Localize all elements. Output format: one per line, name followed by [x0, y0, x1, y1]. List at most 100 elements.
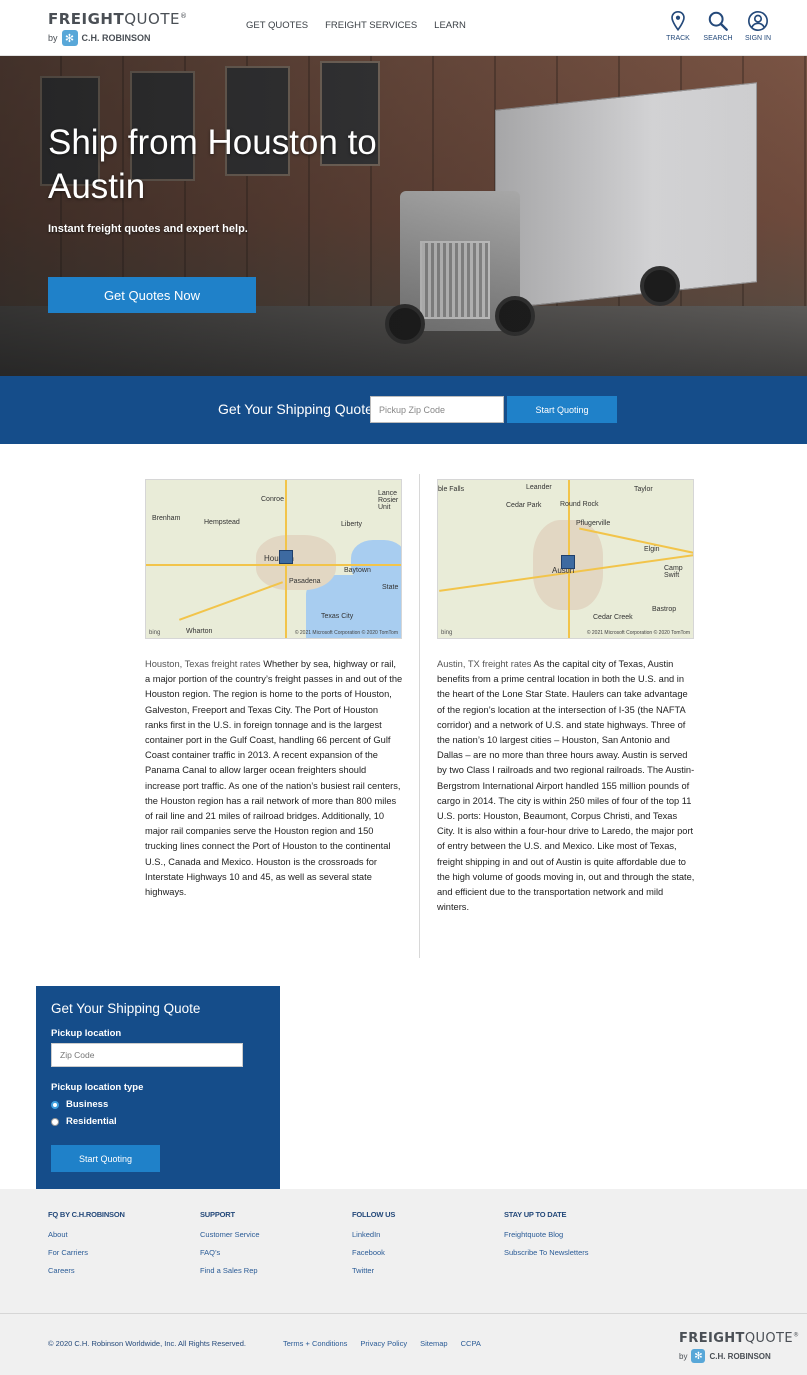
sign-in-link[interactable]: SIGN IN [745, 10, 771, 42]
location-pin-icon [671, 11, 685, 32]
pickup-location-type-label: Pickup location type [51, 1082, 144, 1093]
business-radio[interactable]: Business [51, 1099, 108, 1110]
footer-link-twitter[interactable]: Twitter [352, 1266, 395, 1275]
hero-title: Ship from Houston to Austin [48, 123, 377, 206]
header-utility-icons: TRACK SEARCH SIGN IN [665, 10, 771, 42]
hero-overlay [0, 56, 807, 376]
map-label: Bastrop [652, 606, 677, 613]
chr-snowflake-icon: ✻ [691, 1349, 706, 1363]
footer-link-blog[interactable]: Freightquote Blog [504, 1230, 588, 1239]
copyright-text: © 2020 C.H. Robinson Worldwide, Inc. All… [48, 1339, 246, 1348]
footer-link-facebook[interactable]: Facebook [352, 1248, 395, 1257]
pickup-zip-input[interactable] [370, 396, 504, 423]
sitemap-link[interactable]: Sitemap [420, 1339, 448, 1348]
map-pin-icon[interactable] [561, 555, 575, 569]
map-label: Pflugerville [576, 520, 611, 527]
footer-link-find-sales-rep[interactable]: Find a Sales Rep [200, 1266, 260, 1275]
origin-lead: Houston, Texas freight rates [145, 659, 261, 669]
logo-word-quote: QUOTE [744, 1331, 793, 1346]
radio-unselected-icon [51, 1117, 59, 1126]
map-label: Texas City [321, 613, 354, 620]
map-label: Brenham [152, 515, 181, 522]
map-road [178, 581, 284, 621]
footer-link-faqs[interactable]: FAQ’s [200, 1248, 260, 1257]
map-road [146, 564, 401, 566]
map-label: Wharton [186, 628, 213, 635]
search-link[interactable]: SEARCH [703, 10, 733, 42]
destination-column: ble Falls Leander Taylor Cedar Park Roun… [437, 479, 695, 915]
track-label: TRACK [666, 35, 690, 42]
map-credit: © 2021 Microsoft Corporation © 2020 TomT… [586, 630, 690, 636]
sign-in-label: SIGN IN [744, 35, 772, 42]
site-footer: FQ BY C.H.ROBINSON About For Carriers Ca… [0, 1189, 807, 1375]
nav-freight-services[interactable]: FREIGHT SERVICES [325, 20, 417, 31]
footer-heading: FOLLOW US [352, 1210, 396, 1219]
origin-column: Conroe Lance Rosier Unit Brenham Hempste… [145, 479, 403, 900]
user-icon [748, 11, 768, 31]
footer-link-newsletters[interactable]: Subscribe To Newsletters [504, 1248, 588, 1257]
search-icon [708, 11, 728, 31]
footer-column-support: SUPPORT Customer Service FAQ’s Find a Sa… [200, 1210, 260, 1284]
map-label: Hempstead [204, 519, 240, 526]
footer-heading: STAY UP TO DATE [504, 1210, 567, 1219]
map-label: Conroe [261, 496, 284, 503]
footer-logo[interactable]: FREIGHTQUOTE® by ✻ C.H. ROBINSON [679, 1331, 799, 1367]
radio-selected-icon [51, 1100, 59, 1109]
search-label: SEARCH [703, 35, 733, 42]
footer-link-for-carriers[interactable]: For Carriers [48, 1248, 125, 1257]
residential-radio[interactable]: Residential [51, 1116, 117, 1127]
quote-bar-title: Get Your Shipping Quote [218, 401, 373, 417]
footer-link-about[interactable]: About [48, 1230, 125, 1239]
map-label: Lance Rosier Unit [378, 490, 399, 511]
business-radio-label: Business [66, 1099, 109, 1110]
shipping-quote-bar: Get Your Shipping Quote Start Quoting [0, 376, 807, 444]
footer-column-company: FQ BY C.H.ROBINSON About For Carriers Ca… [48, 1210, 125, 1284]
ccpa-link[interactable]: CCPA [461, 1339, 481, 1348]
site-header: FREIGHTQUOTE® by ✻ C.H. ROBINSON GET QUO… [0, 0, 807, 56]
footer-heading: FQ BY C.H.ROBINSON [48, 1210, 125, 1219]
footer-link-careers[interactable]: Careers [48, 1266, 125, 1275]
nav-get-quotes[interactable]: GET QUOTES [246, 20, 308, 31]
map-label: Taylor [634, 486, 653, 493]
logo-company-text: C.H. ROBINSON [709, 1351, 771, 1361]
form-start-quoting-button[interactable]: Start Quoting [51, 1145, 160, 1172]
privacy-link[interactable]: Privacy Policy [360, 1339, 407, 1348]
terms-link[interactable]: Terms + Conditions [283, 1339, 347, 1348]
start-quoting-button[interactable]: Start Quoting [507, 396, 617, 423]
houston-map[interactable]: Conroe Lance Rosier Unit Brenham Hempste… [145, 479, 402, 639]
map-label: Pasadena [289, 578, 321, 585]
map-label: Cedar Creek [593, 614, 633, 621]
column-divider [419, 474, 420, 958]
chr-snowflake-icon: ✻ [61, 30, 78, 46]
logo-company-text: C.H. ROBINSON [81, 33, 151, 43]
austin-map[interactable]: ble Falls Leander Taylor Cedar Park Roun… [437, 479, 694, 639]
logo-by-text: by [679, 1351, 688, 1361]
pickup-location-label: Pickup location [51, 1028, 122, 1039]
origin-body: Whether by sea, highway or rail, a major… [145, 659, 403, 898]
footer-heading: SUPPORT [200, 1210, 235, 1219]
map-label: Baytown [344, 567, 371, 574]
zip-code-input[interactable] [51, 1043, 243, 1067]
track-link[interactable]: TRACK [665, 10, 691, 42]
footer-link-linkedin[interactable]: LinkedIn [352, 1230, 395, 1239]
footer-link-customer-service[interactable]: Customer Service [200, 1230, 260, 1239]
map-label: ble Falls [438, 486, 465, 493]
logo-registered-mark: ® [179, 12, 188, 20]
map-credit: © 2021 Microsoft Corporation © 2020 TomT… [294, 630, 398, 636]
logo-word-freight: FREIGHT [679, 1331, 745, 1346]
map-label: Elgin [644, 546, 660, 553]
footer-column-follow: FOLLOW US LinkedIn Facebook Twitter [352, 1210, 395, 1284]
map-pin-icon[interactable] [279, 550, 293, 564]
map-label: Round Rock [560, 501, 599, 508]
main-nav: GET QUOTES FREIGHT SERVICES LEARN [246, 20, 466, 31]
legal-links: Terms + Conditions Privacy Policy Sitema… [283, 1339, 481, 1348]
bing-logo: bing [441, 630, 453, 636]
nav-learn[interactable]: LEARN [434, 20, 466, 31]
logo-registered-mark: ® [792, 1331, 800, 1339]
hero-tagline: Instant freight quotes and expert help. [48, 223, 248, 235]
freightquote-logo[interactable]: FREIGHTQUOTE® by ✻ C.H. ROBINSON [48, 10, 188, 50]
map-label: Leander [526, 484, 552, 491]
get-quotes-now-button[interactable]: Get Quotes Now [48, 277, 256, 313]
footer-column-updates: STAY UP TO DATE Freightquote Blog Subscr… [504, 1210, 588, 1266]
destination-lead: Austin, TX freight rates [437, 659, 532, 669]
